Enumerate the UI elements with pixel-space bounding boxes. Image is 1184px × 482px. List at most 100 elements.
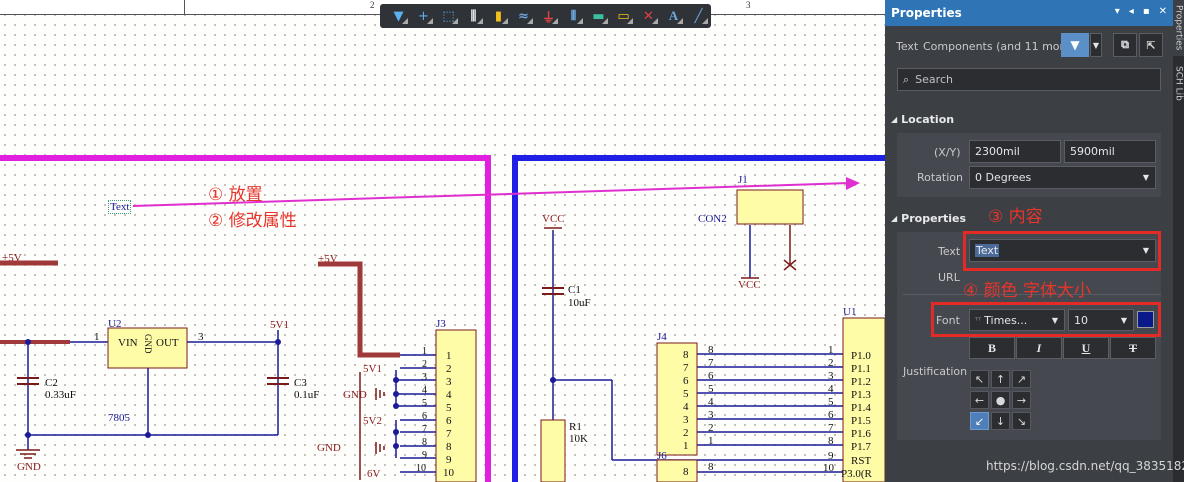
j3-inner-pin: 4 [446,389,452,401]
justify-top-right[interactable]: ↗ [1012,370,1031,388]
j4-inner-pin: 3 [683,414,689,426]
text-label: Text [938,245,961,258]
no-erc-icon[interactable]: ✕ [636,5,661,27]
c3-value: 0.1uF [294,389,320,401]
rotation-value: 0 Degrees [975,171,1032,184]
filter-button[interactable]: ▼ [1061,33,1089,57]
u1-pin-num: 2 [828,357,834,369]
panel-pin-icon[interactable]: ◂ [1129,6,1134,17]
justify-top-left[interactable]: ↖ [970,370,989,388]
j3-inner-pin: 5 [446,402,452,414]
justify-top-center[interactable]: ↑ [991,370,1010,388]
select-all-button[interactable]: ⧉ [1113,33,1137,57]
justify-middle-right[interactable]: → [1012,391,1031,409]
j3-pin: 5 [422,398,427,409]
annotation-modify: ② 修改属性 [208,211,297,231]
wire-icon[interactable]: ≈ [511,5,536,27]
filter-icon[interactable]: ▼ [386,5,411,27]
filter-dropdown-button[interactable]: ▼ [1090,33,1102,57]
j3-pin: 1 [422,346,427,357]
gnd-label: GND [343,389,367,401]
rotation-select[interactable]: 0 Degrees ▼ [969,166,1156,189]
tab-sch-lib[interactable]: SCH Lib [1173,58,1184,108]
u2-pin-1: 1 [94,331,100,343]
strikethrough-button[interactable]: T [1110,337,1156,359]
j4-inner-pin: 2 [683,427,689,439]
justify-bottom-center[interactable]: ↓ [991,412,1010,430]
j3-pin: 6 [422,411,427,422]
place-part-icon[interactable]: ▮ [486,5,511,27]
j1-body [736,189,804,225]
net-label-5v: +5V [2,252,22,264]
text-object[interactable]: Text [108,200,132,214]
j3-designator: J3 [436,318,446,330]
properties-section-title: Properties [901,211,966,225]
net-label-5v1: 5V1 [363,363,382,375]
italic-button[interactable]: I [1016,337,1062,359]
schematic-canvas[interactable]: 2 3 Text +5V +5V VCC VCC J1 CON2 C1 10uF… [0,0,885,482]
search-input[interactable]: ⌕ Search [897,68,1161,91]
line-icon[interactable]: ╱ [686,5,711,27]
justify-middle-left[interactable]: ← [970,391,989,409]
net-label-6v: 6V [367,468,381,480]
net-label-icon[interactable]: ▬ [586,5,611,27]
j4-outer-pin: 8 [708,344,714,356]
chevron-down-icon: ▼ [1092,40,1100,50]
bus-icon[interactable]: ⦀ [561,5,586,27]
chevron-down-icon: ▼ [1142,173,1149,182]
panel-float-icon[interactable]: ▪ [1143,6,1150,17]
u1-pin-name: P1.6 [851,428,871,440]
justify-center[interactable]: ● [991,391,1010,409]
j4-outer-pin: 3 [708,409,714,421]
crosshair-icon[interactable]: + [411,5,436,27]
j3-pin: 2 [422,359,427,370]
x-value: 2300mil [975,145,1020,158]
j4-outer-pin: 4 [708,396,714,408]
port-icon[interactable]: ▭ [611,5,636,27]
text-icon[interactable]: A [661,5,686,27]
c3-designator: C3 [294,377,307,389]
justification-label: Justification [903,365,968,378]
j3-inner-pin: 8 [446,441,452,453]
j4-body [656,342,698,456]
collapse-triangle-icon: ◢ [891,114,898,124]
active-bar-toolbar: ▼ + ⬚ ⫼ ▮ ≈ ⏚ ⦀ ▬ ▭ ✕ A ╱ [380,4,711,28]
net-label-5v2: 5V2 [363,415,382,427]
location-section-header[interactable]: ◢ Location [885,108,1173,130]
j4-inner-pin: 7 [683,362,689,374]
select-rect-icon[interactable]: ⬚ [436,5,461,27]
justify-bottom-right[interactable]: ↘ [1012,412,1031,430]
j4-inner-pin: 1 [683,440,689,452]
j6-outer-pin: 8 [708,461,714,473]
r1-value: 10K [569,433,588,445]
panel-close-icon[interactable]: ✕ [1159,6,1167,17]
tab-properties[interactable]: Properties [1173,0,1184,56]
r1-designator: R1 [569,421,582,433]
justify-bottom-left[interactable]: ↙ [970,412,989,430]
justification-grid: ↖ ↑ ↗ ← ● → ↙ ↓ ↘ [970,370,1032,432]
r1-body [540,419,566,482]
j4-outer-pin: 2 [708,422,714,434]
highlight-font-box [931,302,1161,337]
j1-designator: J1 [738,174,748,186]
u1-pin-name: P1.0 [851,350,871,362]
j3-inner-pin: 1 [446,350,452,362]
panel-menu-icon[interactable]: ▾ [1115,6,1120,17]
filter-icon: ▼ [1070,38,1080,52]
j3-pin: 9 [422,450,427,461]
j4-outer-pin: 6 [708,370,714,382]
u1-pin-num: 5 [828,396,834,408]
underline-button[interactable]: U [1063,337,1109,359]
u1-pin-name: P3.0(R [841,468,872,480]
x-coordinate-input[interactable]: 2300mil [969,140,1061,163]
y-coordinate-input[interactable]: 5900mil [1064,140,1156,163]
panel-title: Properties [891,6,962,20]
location-section-title: Location [901,112,955,126]
align-icon[interactable]: ⫼ [461,5,486,27]
properties-panel: Properties ▾ ◂ ▪ ✕ Text Components (and … [885,0,1173,482]
j4-inner-pin: 4 [683,401,689,413]
bold-button[interactable]: B [969,337,1015,359]
power-ground-icon[interactable]: ⏚ [536,5,561,27]
select-cursor-button[interactable]: ⇱ [1139,33,1163,57]
cursor-icon: ⇱ [1146,38,1156,52]
